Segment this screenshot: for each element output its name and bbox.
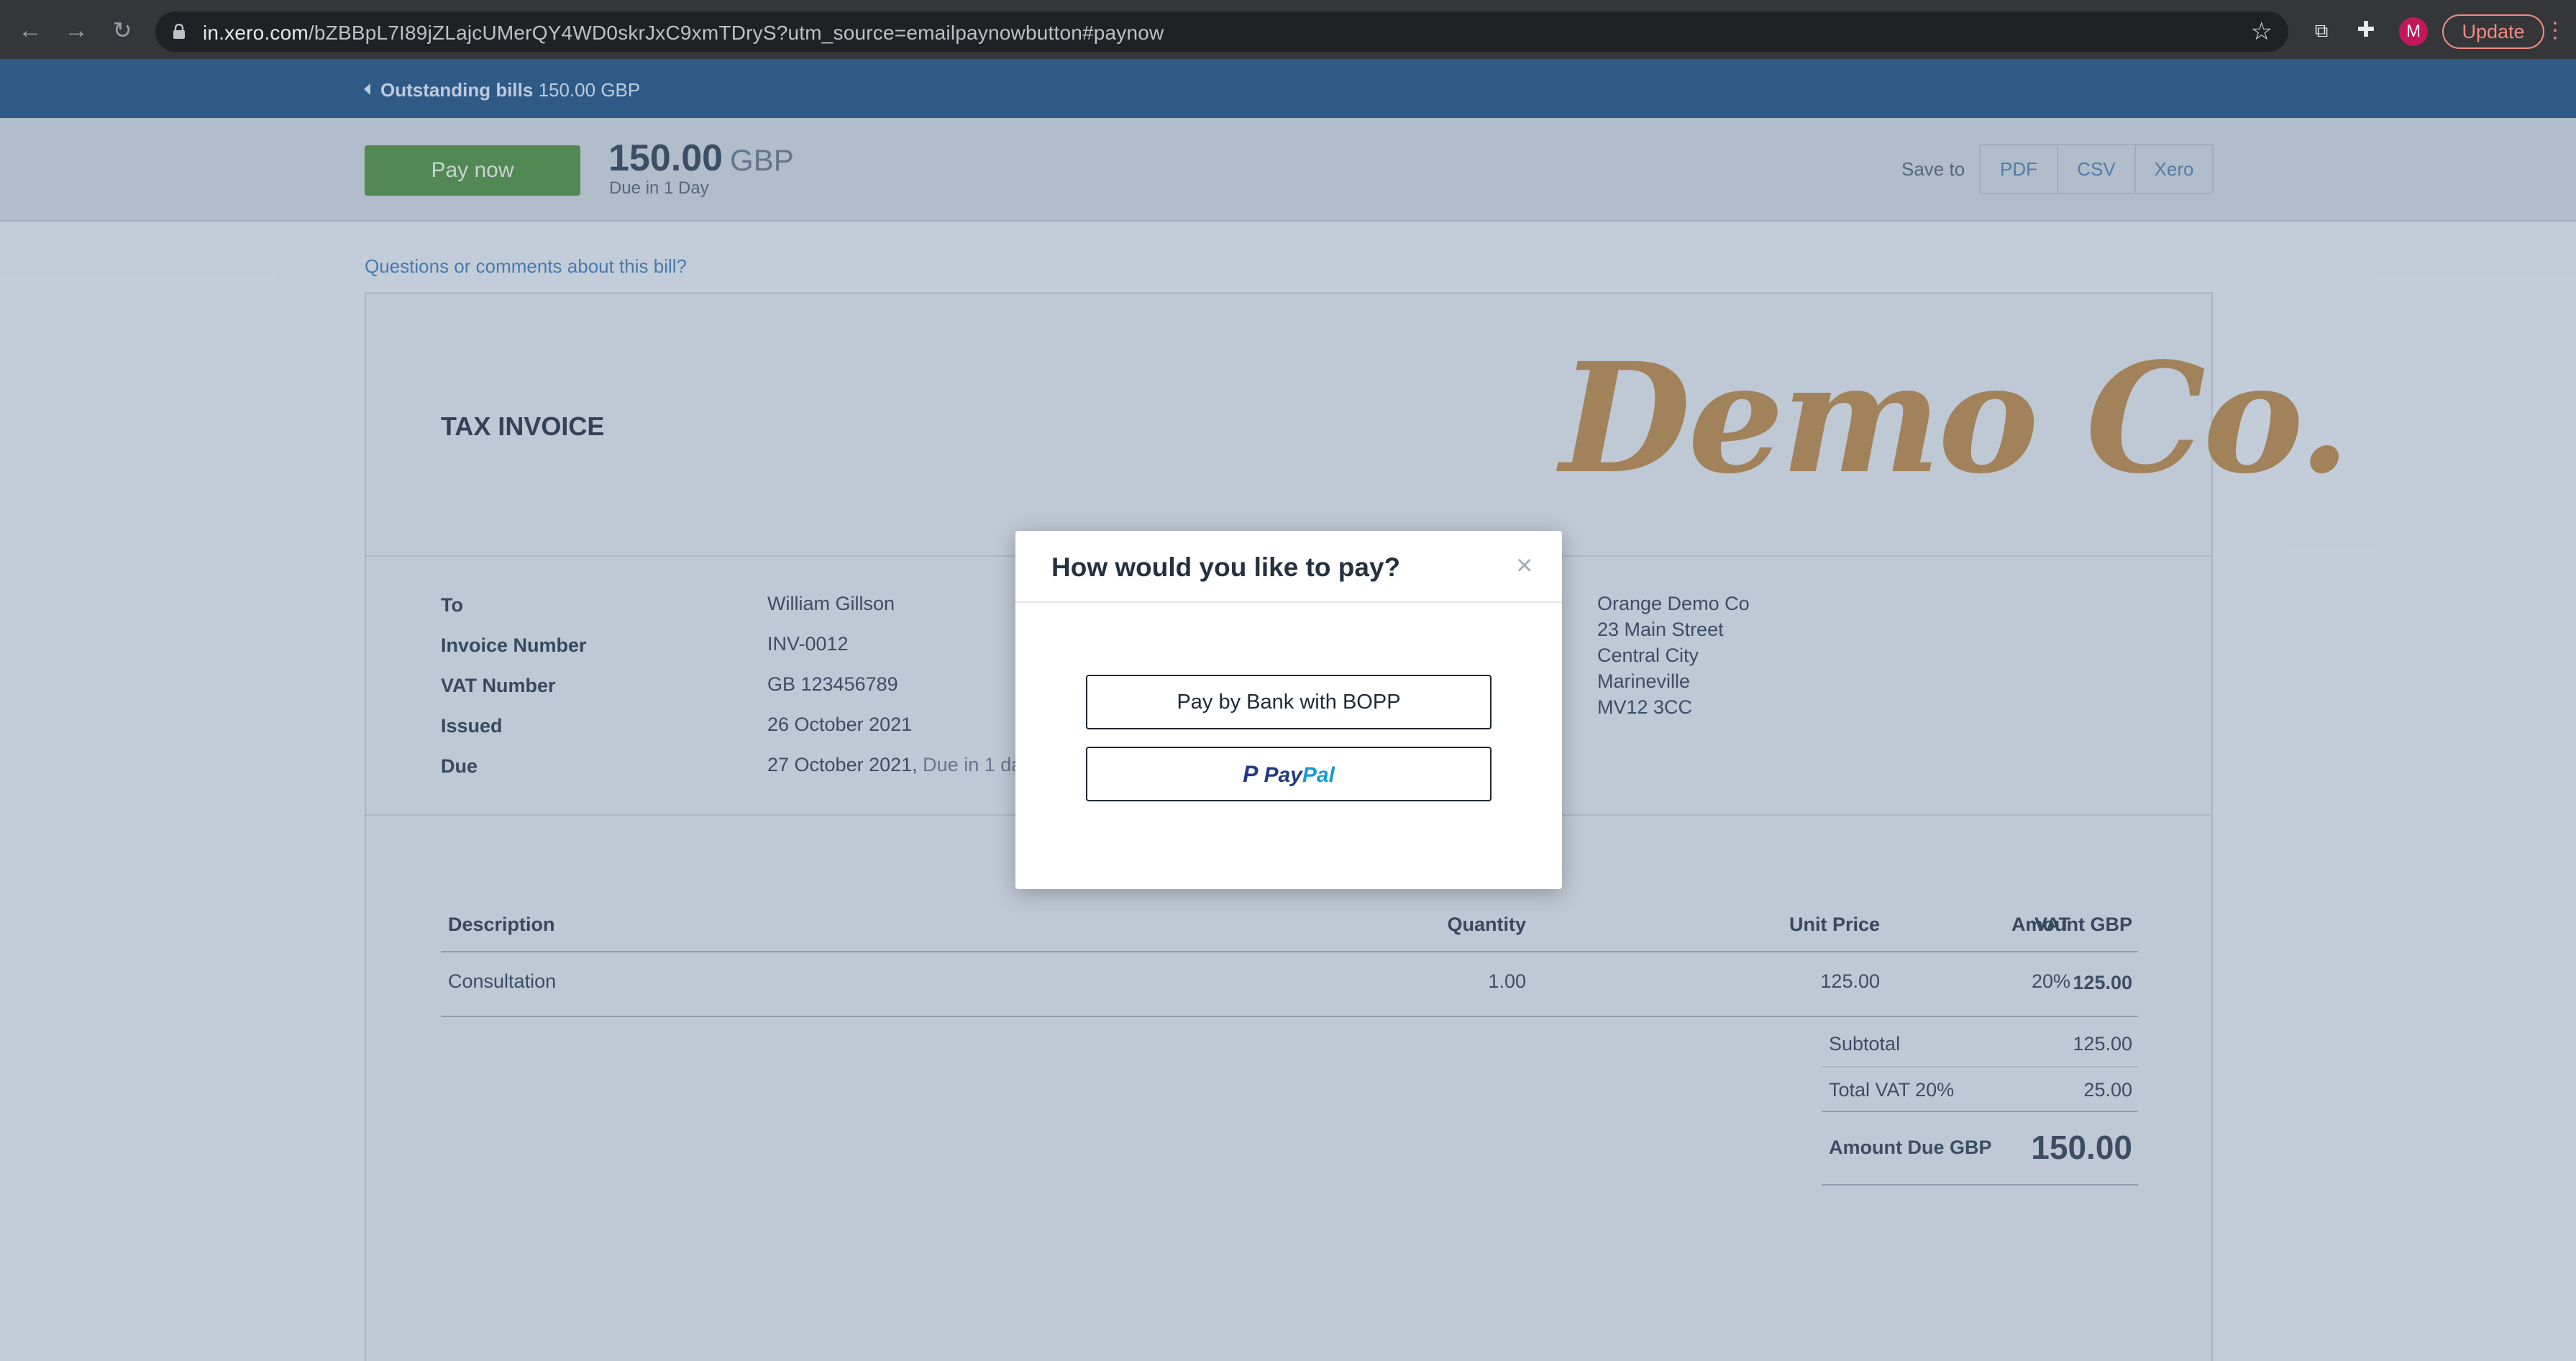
- dialog-divider: [1015, 601, 1562, 603]
- lock-icon: [173, 24, 185, 39]
- back-arrow-icon[interactable]: ←: [16, 16, 45, 45]
- forward-arrow-icon[interactable]: →: [62, 16, 91, 45]
- pay-by-bank-bopp-button[interactable]: Pay by Bank with BOPP: [1086, 675, 1492, 729]
- close-icon[interactable]: ×: [1516, 551, 1533, 580]
- bookmark-star-icon[interactable]: ☆: [2251, 17, 2273, 46]
- reload-icon[interactable]: ↻: [108, 16, 137, 45]
- profile-avatar[interactable]: M: [2399, 17, 2428, 46]
- browser-menu-icon[interactable]: ⋮: [2544, 14, 2566, 49]
- address-bar[interactable]: in.xero.com/bZBBpL7I89jZLajcUMerQY4WD0sk…: [155, 12, 2288, 52]
- dialog-title: How would you like to pay?: [1051, 552, 1401, 582]
- paypal-logo-icon: P: [1243, 761, 1259, 787]
- paypal-button[interactable]: P PayPal: [1086, 747, 1492, 801]
- payment-method-dialog: How would you like to pay? × Pay by Bank…: [1015, 531, 1562, 889]
- browser-toolbar: ← → ↻ in.xero.com/bZBBpL7I89jZLajcUMerQY…: [0, 0, 2576, 59]
- url-text: in.xero.com/bZBBpL7I89jZLajcUMerQY4WD0sk…: [203, 22, 1164, 44]
- paypal-wordmark: PayPal: [1264, 763, 1335, 787]
- puzzle-extensions-icon[interactable]: ✚: [2353, 17, 2379, 43]
- update-button[interactable]: Update: [2442, 14, 2544, 49]
- extension-icon[interactable]: ⧉: [2308, 17, 2334, 43]
